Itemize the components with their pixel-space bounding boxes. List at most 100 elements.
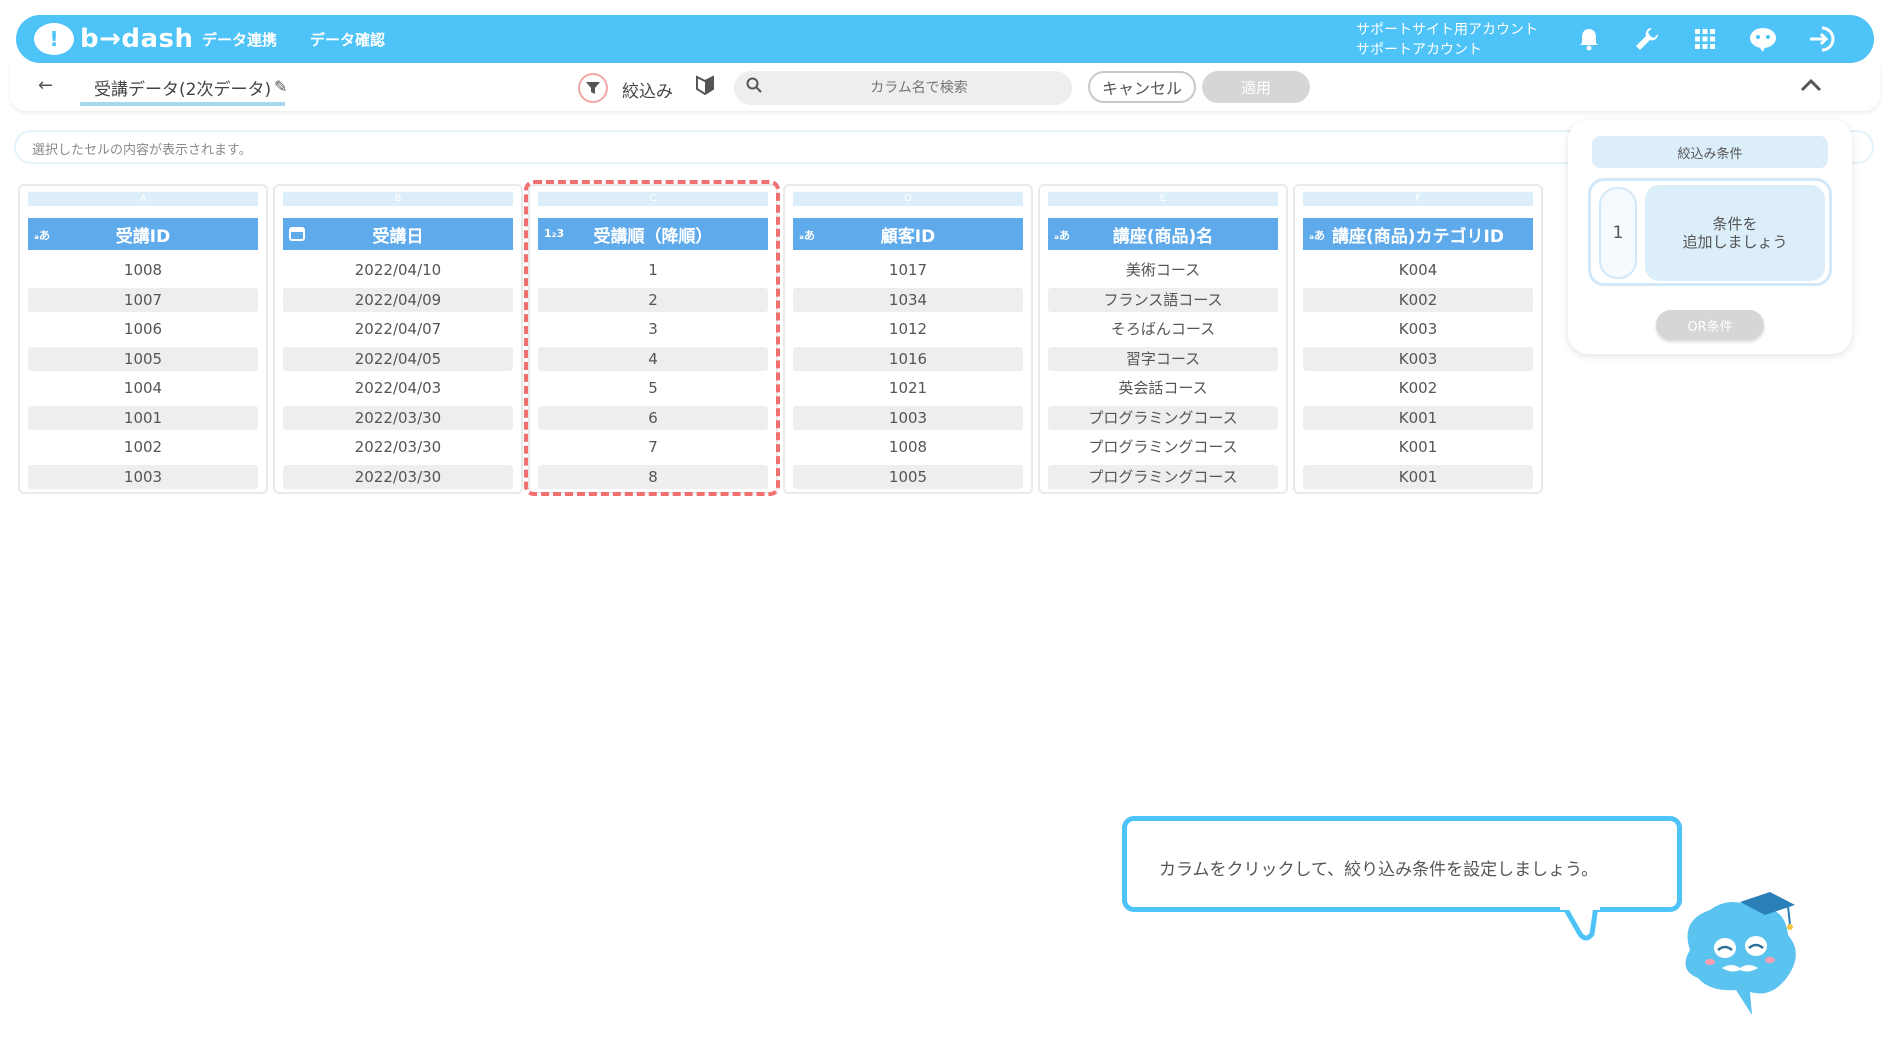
table-cell[interactable]: 2022/04/03 <box>283 376 513 406</box>
table-cell[interactable]: 英会話コース <box>1048 376 1278 406</box>
column-a[interactable]: Aₐあ 受講ID 1008 1007 1006 1005 1004 1001 1002 1003 <box>18 184 268 494</box>
cell-value: 2022/04/10 <box>354 261 442 279</box>
table-cell[interactable]: K003 <box>1303 346 1533 377</box>
or-condition-button[interactable]: OR条件 <box>1656 310 1764 340</box>
table-cell[interactable]: そろばんコース <box>1048 317 1278 347</box>
table-cell[interactable]: 1005 <box>28 346 258 377</box>
column-e[interactable]: Eₐあ 講座(商品)名美術コースフランス語コース そろばんコース 習字コース 英会話コー… <box>1038 184 1288 494</box>
grid-icon[interactable] <box>1690 24 1720 54</box>
search-icon <box>746 77 762 98</box>
account-role: サポートアカウント <box>1356 42 1482 58</box>
mascot-icon[interactable] <box>1748 24 1778 54</box>
table-cell[interactable]: 1002 <box>28 435 258 465</box>
column-header-label: 講座(商品)名 <box>1112 226 1214 247</box>
table-cell[interactable]: 2022/04/05 <box>283 346 513 377</box>
table-cell[interactable]: 2022/03/30 <box>283 464 513 495</box>
apply-button[interactable]: 適用 <box>1202 71 1310 103</box>
page-title[interactable]: 受講データ(2次データ) <box>80 75 286 106</box>
column-header[interactable]: ₐあ 講座(商品)カテゴリID <box>1303 218 1533 250</box>
filter-icon[interactable] <box>578 73 608 103</box>
condition-group: 1 条件を 追加しましょう <box>1588 178 1832 286</box>
cell-value: 2022/03/30 <box>283 405 513 430</box>
table-cell[interactable]: 1004 <box>28 376 258 406</box>
beginner-mark-icon[interactable] <box>696 75 714 100</box>
pencil-icon[interactable]: ✎ <box>274 77 287 96</box>
back-arrow-icon[interactable]: ← <box>38 75 53 96</box>
cell-value: プログラミングコース <box>1088 438 1238 456</box>
cell-value: 2022/04/03 <box>354 379 442 397</box>
table-cell[interactable]: 1001 <box>28 405 258 436</box>
table-cell[interactable]: 1012 <box>793 317 1023 347</box>
column-b[interactable]: B 受講日 2022/04/10 2022/04/09 2022/04/07 2022/0… <box>273 184 523 494</box>
account-info[interactable]: サポートサイト用アカウント サポートアカウント <box>1356 20 1538 60</box>
column-letter: E <box>1048 192 1278 206</box>
logo[interactable]: ! b→dash <box>34 21 194 57</box>
table-cell[interactable]: 2022/03/30 <box>283 405 513 436</box>
column-header[interactable]: ₐあ 顧客ID <box>793 218 1023 250</box>
table-cell[interactable]: 1006 <box>28 317 258 347</box>
cell-value: 2022/04/05 <box>283 346 513 371</box>
add-condition-area[interactable]: 条件を 追加しましょう <box>1645 185 1825 281</box>
bell-icon[interactable] <box>1574 24 1604 54</box>
cell-value: 1016 <box>793 346 1023 371</box>
table-cell[interactable]: プログラミングコース <box>1048 405 1278 436</box>
search-input[interactable] <box>774 71 1064 105</box>
table-cell[interactable]: K004 <box>1303 258 1533 288</box>
table-cell[interactable]: 2022/04/07 <box>283 317 513 347</box>
column-header[interactable]: ₐあ 講座(商品)名 <box>1048 218 1278 250</box>
cell-value: 2022/04/07 <box>354 320 442 338</box>
cell-value: 1008 <box>123 261 163 279</box>
column-rows: 1008 1007 1006 1005 1004 1001 1002 1003 <box>28 258 258 494</box>
cell-value: 1005 <box>28 346 258 371</box>
bubble-tail <box>1560 906 1600 941</box>
column-header[interactable]: ₐあ 受講ID <box>28 218 258 250</box>
cell-value: プログラミングコース <box>1048 405 1278 430</box>
table-cell[interactable]: プログラミングコース <box>1048 435 1278 465</box>
table-cell[interactable]: K002 <box>1303 376 1533 406</box>
logout-icon[interactable] <box>1808 24 1838 54</box>
nav-data-confirm[interactable]: データ確認 <box>310 29 385 50</box>
table-cell[interactable]: プログラミングコース <box>1048 464 1278 495</box>
cell-value: 1001 <box>28 405 258 430</box>
column-f[interactable]: Fₐあ 講座(商品)カテゴリID K004 K002 K003 K003 K002 K001 K… <box>1293 184 1543 494</box>
column-highlight <box>524 180 780 496</box>
column-d[interactable]: Dₐあ 顧客ID 1017 1034 1012 1016 1021 1003 1008 1005 <box>783 184 1033 494</box>
cell-value: 美術コース <box>1125 261 1201 279</box>
column-search[interactable] <box>734 71 1072 105</box>
table-cell[interactable]: 習字コース <box>1048 346 1278 377</box>
table-cell[interactable]: 1034 <box>793 287 1023 318</box>
table-cell[interactable]: 1007 <box>28 287 258 318</box>
table-cell[interactable]: 2022/04/10 <box>283 258 513 288</box>
table-cell[interactable]: 美術コース <box>1048 258 1278 288</box>
table-cell[interactable]: 1008 <box>28 258 258 288</box>
table-cell[interactable]: 2022/04/09 <box>283 287 513 318</box>
toolbar: ← 受講データ(2次データ) ✎ 絞込み キャンセル 適用 <box>10 63 1880 111</box>
table-cell[interactable]: フランス語コース <box>1048 287 1278 318</box>
table-cell[interactable]: 1016 <box>793 346 1023 377</box>
hint-text: カラムをクリックして、絞り込み条件を設定しましょう。 <box>1159 860 1599 880</box>
table-cell[interactable]: 1021 <box>793 376 1023 406</box>
table-cell[interactable]: K002 <box>1303 287 1533 318</box>
account-name: サポートサイト用アカウント <box>1356 22 1538 38</box>
table-cell[interactable]: 1003 <box>793 405 1023 436</box>
add-condition-line1: 条件を <box>1712 215 1758 233</box>
cell-value: K001 <box>1398 438 1438 456</box>
column-header-label: 受講ID <box>115 226 171 247</box>
table-cell[interactable]: K003 <box>1303 317 1533 347</box>
table-cell[interactable]: 2022/03/30 <box>283 435 513 465</box>
wrench-icon[interactable] <box>1632 24 1662 54</box>
cell-value: K001 <box>1303 405 1533 430</box>
column-header[interactable]: 受講日 <box>283 218 513 250</box>
nav-data-integration[interactable]: データ連携 <box>202 29 277 50</box>
chevron-up-icon[interactable] <box>1800 73 1822 97</box>
cancel-button[interactable]: キャンセル <box>1088 71 1196 103</box>
table-cell[interactable]: 1008 <box>793 435 1023 465</box>
table-cell[interactable]: 1005 <box>793 464 1023 495</box>
cell-value: 1021 <box>888 379 928 397</box>
table-cell[interactable]: K001 <box>1303 435 1533 465</box>
table-cell[interactable]: K001 <box>1303 464 1533 495</box>
cell-value: K002 <box>1303 287 1533 312</box>
table-cell[interactable]: 1017 <box>793 258 1023 288</box>
table-cell[interactable]: 1003 <box>28 464 258 495</box>
table-cell[interactable]: K001 <box>1303 405 1533 436</box>
